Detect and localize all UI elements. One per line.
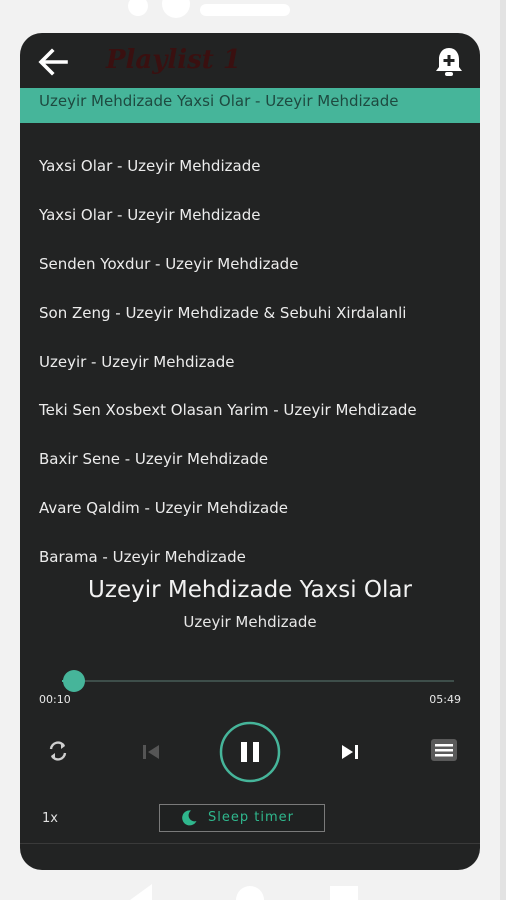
sleep-timer-label: Sleep timer (208, 810, 294, 825)
camera-lens (162, 0, 190, 18)
nav-bar-icons (130, 884, 358, 904)
total-duration: 05:49 (429, 693, 461, 706)
app-toolbar: Playlist 1 (20, 33, 480, 91)
app-screen: Playlist 1 Uzeyir Mehdizade Yaxsi Olar -… (20, 33, 480, 870)
playlist-item[interactable]: Yaxsi Olar - Uzeyir Mehdizade (20, 149, 480, 183)
playlist-item[interactable]: Son Zeng - Uzeyir Mehdizade & Sebuhi Xir… (20, 296, 480, 330)
system-nav-bar (0, 870, 506, 904)
alarm-add-icon (436, 48, 462, 76)
device-edge (500, 0, 506, 900)
playlist-item[interactable]: Teki Sen Xosbext Olasan Yarim - Uzeyir M… (20, 393, 480, 427)
seek-thumb[interactable] (62, 670, 85, 692)
queue-button[interactable] (430, 738, 458, 766)
playlist-item[interactable]: Baxir Sene - Uzeyir Mehdizade (20, 442, 480, 476)
playlist-item-active[interactable]: Uzeyir Mehdizade Yaxsi Olar - Uzeyir Meh… (20, 88, 480, 123)
playlist-item[interactable]: Barama - Uzeyir Mehdizade (20, 540, 480, 574)
queue-list-icon (431, 739, 457, 761)
playback-speed-button[interactable]: 1x (42, 811, 58, 826)
nav-back-icon (130, 884, 152, 900)
playlist-item[interactable]: Yaxsi Olar - Uzeyir Mehdizade (20, 198, 480, 232)
skip-next-icon (342, 745, 358, 759)
skip-previous-icon (143, 745, 159, 759)
repeat-button[interactable] (46, 739, 70, 767)
bottom-divider (20, 843, 480, 844)
device-top-bezel (100, 0, 400, 22)
previous-button[interactable] (140, 741, 162, 767)
now-playing-artist: Uzeyir Mehdizade (183, 613, 317, 631)
seek-bar[interactable] (62, 680, 454, 682)
elapsed-time: 00:10 (39, 693, 71, 706)
add-alarm-button[interactable] (432, 45, 466, 79)
page-title: Playlist 1 (106, 45, 241, 75)
back-button[interactable] (36, 47, 72, 77)
playlist-item[interactable]: Senden Yoxdur - Uzeyir Mehdizade (20, 247, 480, 281)
playlist-item[interactable]: Avare Qaldim - Uzeyir Mehdizade (20, 491, 480, 525)
arrow-left-icon (38, 48, 68, 76)
pause-button[interactable] (219, 721, 281, 787)
sleep-timer-button[interactable]: Sleep timer (159, 804, 325, 832)
speaker-slot (200, 4, 290, 16)
repeat-icon (49, 741, 67, 761)
pause-icon (219, 721, 281, 783)
moon-icon (182, 810, 197, 826)
now-playing-title: Uzeyir Mehdizade Yaxsi Olar (88, 577, 412, 603)
nav-recents-icon (330, 886, 358, 900)
playlist-item[interactable]: Uzeyir - Uzeyir Mehdizade (20, 345, 480, 379)
nav-home-icon (236, 886, 264, 904)
next-button[interactable] (339, 741, 361, 767)
camera-dot (128, 0, 148, 16)
